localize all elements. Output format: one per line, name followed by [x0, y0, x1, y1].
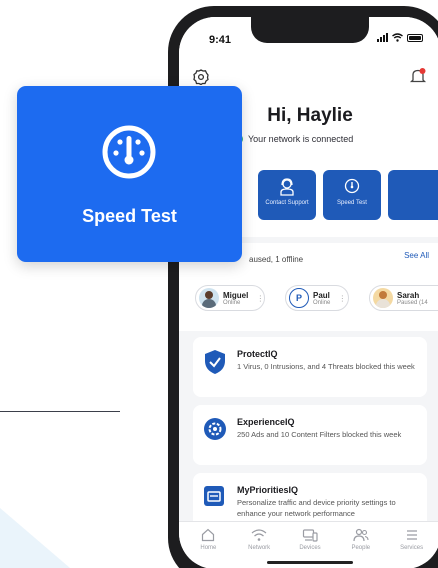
devices-icon	[302, 529, 318, 542]
phone-notch	[251, 17, 369, 43]
wifi-status-icon	[392, 33, 403, 42]
bottom-nav: Home Network Devices People Services	[179, 521, 438, 568]
more-options-icon[interactable]: ⋮	[256, 294, 264, 303]
status-icons	[377, 33, 423, 42]
nav-label: Services	[400, 545, 424, 551]
people-gear-icon	[204, 418, 226, 440]
connection-status-text: Your network is connected	[248, 134, 354, 144]
feature-description: 1 Virus, 0 Intrusions, and 4 Threats blo…	[237, 362, 415, 371]
priority-icon	[204, 486, 224, 506]
feature-card-protectiq[interactable]: ProtectIQ 1 Virus, 0 Intrusions, and 4 T…	[193, 337, 427, 397]
speedometer-icon	[102, 125, 156, 179]
speed-test-label: Speed Test	[337, 200, 367, 206]
person-name: Paul	[313, 290, 330, 300]
speed-test-card-label: Speed Test	[82, 206, 177, 226]
nav-label: Network	[248, 545, 271, 551]
people-status-summary: aused, 1 offline	[249, 255, 304, 264]
contact-support-label: Contact Support	[265, 200, 309, 206]
decorative-shape	[0, 508, 70, 568]
person-name: Miguel	[223, 290, 249, 300]
home-icon	[202, 528, 215, 542]
person-status: Paused (14	[397, 299, 428, 306]
nav-label: Home	[200, 545, 217, 551]
person-chip-sarah[interactable]: Sarah Paused (14	[369, 285, 438, 311]
speed-test-tile[interactable]: Speed Test	[323, 170, 381, 220]
speed-test-highlight-card[interactable]: Speed Test	[17, 86, 242, 262]
speedometer-icon	[344, 178, 360, 194]
person-status: Online	[223, 299, 241, 306]
quick-action-partial-right[interactable]	[388, 170, 438, 220]
nav-home[interactable]: Home	[186, 528, 230, 568]
shield-icon	[205, 350, 225, 374]
support-agent-icon	[280, 178, 294, 196]
feature-title: ProtectIQ	[237, 349, 278, 359]
nav-services[interactable]: Services	[390, 528, 434, 568]
avatar	[373, 288, 393, 308]
notification-bell-icon[interactable]	[409, 67, 427, 85]
gear-icon[interactable]	[193, 69, 209, 85]
people-icon	[353, 528, 369, 542]
see-all-link[interactable]: See All	[404, 251, 429, 260]
contact-support-tile[interactable]: Contact Support	[258, 170, 316, 220]
person-chip-paul[interactable]: P Paul Online ⋮	[285, 285, 349, 311]
more-options-icon[interactable]: ⋮	[338, 294, 346, 303]
feature-title: ExperienceIQ	[237, 417, 295, 427]
feature-description: Personalize traffic and device priority …	[237, 498, 396, 518]
battery-icon	[407, 33, 423, 42]
nav-label: Devices	[299, 545, 321, 551]
wifi-icon	[251, 529, 267, 541]
connection-status: Your network is connected	[233, 134, 353, 144]
list-icon	[406, 530, 417, 540]
nav-label: People	[351, 545, 371, 551]
feature-card-experienceiq[interactable]: ExperienceIQ 250 Ads and 10 Content Filt…	[193, 405, 427, 465]
status-time: 9:41	[209, 34, 232, 46]
decorative-line	[0, 411, 120, 412]
person-name: Sarah	[397, 290, 420, 300]
person-status: Online	[313, 299, 331, 306]
signal-icon	[377, 33, 388, 42]
feature-description: 250 Ads and 10 Content Filters blocked t…	[237, 430, 402, 439]
feature-title: MyPrioritiesIQ	[237, 485, 299, 495]
avatar: P	[289, 288, 309, 308]
home-indicator	[267, 561, 353, 564]
person-chip-miguel[interactable]: Miguel Online ⋮	[195, 285, 265, 311]
avatar	[199, 288, 219, 308]
